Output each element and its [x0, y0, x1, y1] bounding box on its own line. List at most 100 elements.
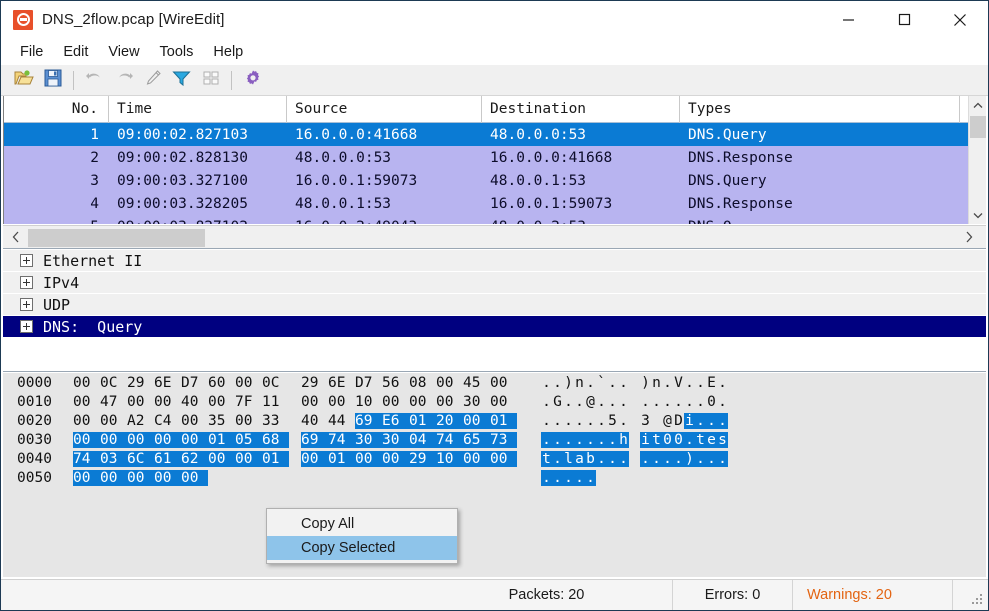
hex-ascii-char[interactable]	[651, 413, 662, 429]
hex-byte[interactable]: 69	[355, 412, 382, 429]
hex-ascii-char[interactable]: .	[585, 375, 596, 391]
hex-byte[interactable]	[490, 470, 517, 486]
hex-byte[interactable]: 00	[154, 431, 181, 448]
hex-ascii-char[interactable]	[651, 470, 662, 486]
hex-byte[interactable]: 00	[235, 450, 262, 467]
hex-ascii-char[interactable]: 0	[706, 394, 717, 410]
hex-byte[interactable]: 00	[409, 394, 436, 410]
hex-byte[interactable]: E6	[382, 412, 409, 429]
hex-ascii-char[interactable]: .	[695, 412, 706, 429]
table-grid-button[interactable]	[196, 67, 225, 94]
hex-ascii-char[interactable]: .	[607, 394, 618, 410]
hex-ascii-char[interactable]: .	[651, 394, 662, 410]
tree-item-ipv4[interactable]: IPv4	[3, 272, 986, 294]
hex-byte[interactable]: 29	[301, 375, 328, 391]
hex-ascii-char[interactable]: 0	[673, 431, 684, 448]
hex-ascii-char[interactable]: l	[563, 450, 574, 467]
hex-ascii-char[interactable]: .	[552, 431, 563, 448]
hex-byte[interactable]: 00	[127, 431, 154, 448]
scroll-down-icon[interactable]	[969, 206, 987, 224]
menu-item-edit[interactable]: Edit	[53, 42, 98, 62]
hex-ascii-char[interactable]: .	[618, 450, 629, 467]
hex-dump-row[interactable]: 0000 00 0C 29 6E D7 60 00 0C 29 6E D7 56 08 00 45 00..) n…	[3, 373, 986, 392]
maximize-button[interactable]	[876, 1, 932, 38]
hex-ascii-char[interactable]: .	[574, 394, 585, 410]
hex-byte[interactable]: 00	[490, 375, 517, 391]
column-header-source[interactable]: Source	[287, 96, 482, 123]
hex-ascii-char[interactable]: .	[541, 469, 552, 486]
hex-byte[interactable]	[355, 470, 382, 486]
hex-ascii-char[interactable]: .	[541, 413, 552, 429]
hex-ascii-char[interactable]: .	[574, 431, 585, 448]
hex-ascii-char[interactable]: s	[717, 431, 728, 448]
settings-button[interactable]	[238, 67, 267, 94]
hex-byte[interactable]	[262, 470, 289, 486]
scrollbar-thumb[interactable]	[970, 116, 986, 138]
hex-byte[interactable]: 01	[328, 450, 355, 467]
hex-ascii-char[interactable]: .	[552, 375, 563, 391]
hex-byte[interactable]: 60	[208, 375, 235, 391]
hex-ascii-char[interactable]: .	[607, 450, 618, 467]
hex-byte[interactable]: 7F	[235, 394, 262, 410]
hex-byte[interactable]: 6E	[154, 375, 181, 391]
hex-byte[interactable]: 20	[436, 412, 463, 429]
hex-ascii-char[interactable]: .	[563, 413, 574, 429]
hex-byte[interactable]: 00	[181, 413, 208, 429]
hex-ascii-char[interactable]	[596, 470, 607, 486]
hex-ascii-char[interactable]: .	[673, 394, 684, 410]
table-row[interactable]: 4 09:00:03.328205 48.0.0.1:53 16.0.0.1:5…	[4, 192, 986, 215]
hex-ascii-char[interactable]: .	[662, 394, 673, 410]
hex-ascii-char[interactable]	[717, 470, 728, 486]
hex-ascii-char[interactable]: .	[640, 394, 651, 410]
hex-byte[interactable]: 00	[154, 469, 181, 486]
hex-ascii-char[interactable]: .	[618, 375, 629, 391]
hex-dump-row[interactable]: 0030 00 00 00 00 00 01 05 68 69 74 30 30 04 74 65 73....…	[3, 430, 986, 449]
hex-ascii-char[interactable]: .	[607, 375, 618, 391]
packet-list[interactable]: No. Time Source Destination Types 1 09:0…	[3, 96, 986, 224]
hex-byte[interactable]: 74	[328, 431, 355, 448]
hex-ascii-char[interactable]: .	[662, 375, 673, 391]
hex-byte[interactable]: 33	[262, 413, 289, 429]
hex-ascii-char[interactable]: .	[552, 413, 563, 429]
hex-ascii-char[interactable]: .	[585, 469, 596, 486]
hex-byte[interactable]	[208, 470, 235, 486]
hex-ascii-char[interactable]: 0	[662, 431, 673, 448]
hex-ascii-char[interactable]: .	[574, 469, 585, 486]
hex-byte[interactable]	[409, 470, 436, 486]
hex-byte[interactable]: 00	[355, 450, 382, 467]
hex-ascii-char[interactable]: .	[717, 394, 728, 410]
expand-plus-icon[interactable]	[20, 320, 33, 333]
hex-ascii-char[interactable]: .	[695, 394, 706, 410]
hex-byte[interactable]	[328, 470, 355, 486]
hex-byte[interactable]: 00	[436, 394, 463, 410]
hex-ascii-char[interactable]: .	[717, 450, 728, 467]
hex-ascii-char[interactable]: .	[596, 450, 607, 467]
hex-ascii-char[interactable]: .	[662, 450, 673, 467]
hex-byte[interactable]: 29	[409, 450, 436, 467]
hex-ascii-char[interactable]: .	[541, 394, 552, 410]
scroll-left-icon[interactable]	[5, 226, 27, 248]
hex-ascii-char[interactable]: .	[695, 375, 706, 391]
hex-ascii-char[interactable]: t	[541, 450, 552, 467]
hex-byte[interactable]: 6E	[328, 375, 355, 391]
hex-ascii-char[interactable]: i	[684, 412, 695, 429]
hex-byte[interactable]: A2	[127, 413, 154, 429]
hex-byte[interactable]: 00	[181, 431, 208, 448]
hex-ascii-char[interactable]: i	[640, 431, 651, 448]
tree-item-ethernet[interactable]: Ethernet II	[3, 250, 986, 272]
hex-byte[interactable]: 00	[490, 450, 517, 467]
hex-byte[interactable]: 10	[355, 394, 382, 410]
hex-byte[interactable]: 73	[490, 431, 517, 448]
minimize-button[interactable]	[820, 1, 876, 38]
context-menu-item-copy-all[interactable]: Copy All	[267, 512, 457, 536]
packet-list-vertical-scrollbar[interactable]	[968, 96, 986, 224]
hex-byte[interactable]: 01	[262, 450, 289, 467]
tree-item-dns[interactable]: DNS: Query	[3, 316, 986, 338]
hex-ascii-char[interactable]: .	[552, 450, 563, 467]
scroll-right-icon[interactable]	[958, 226, 980, 248]
menu-item-tools[interactable]: Tools	[150, 42, 204, 62]
expand-plus-icon[interactable]	[20, 298, 33, 311]
hex-byte[interactable]: 74	[73, 450, 100, 467]
hex-byte[interactable]: 35	[208, 413, 235, 429]
hex-ascii-char[interactable]	[684, 470, 695, 486]
